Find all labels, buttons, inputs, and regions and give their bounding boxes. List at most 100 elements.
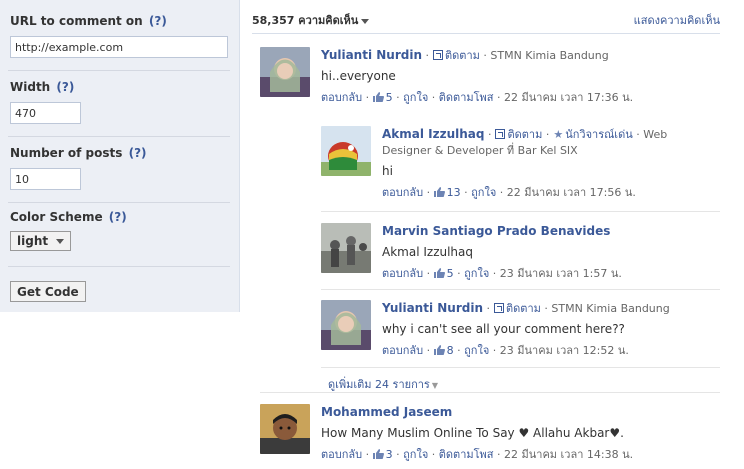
follow-link[interactable]: ติดตาม — [506, 302, 541, 315]
author-name[interactable]: Yulianti Nurdin — [321, 48, 422, 62]
separator: · — [483, 49, 487, 62]
comment-count: 58,357 ความคิดเห็น — [252, 14, 359, 27]
reply-link[interactable]: ตอบกลับ — [382, 267, 423, 280]
separator: · — [545, 128, 550, 141]
author-name[interactable]: Akmal Izzulhaq — [382, 127, 484, 141]
separator: · — [487, 128, 492, 141]
url-help-link[interactable]: (?) — [149, 14, 167, 28]
posts-input[interactable] — [10, 168, 81, 190]
reply-link[interactable]: ตอบกลับ — [321, 91, 362, 104]
separator: · — [486, 302, 491, 315]
posts-field-group: Number of posts (?) — [10, 146, 147, 190]
width-label: Width — [10, 80, 51, 94]
top-commenter-badge[interactable]: นักวิจารณ์เด่น — [565, 128, 633, 141]
color-scheme-value: light — [17, 234, 49, 248]
avatar[interactable] — [321, 126, 371, 176]
color-help-link[interactable]: (?) — [109, 210, 127, 224]
timestamp[interactable]: 22 มีนาคม เวลา 17:36 น. — [504, 91, 633, 104]
like-count[interactable]: 3 — [386, 448, 393, 461]
comment-actions: ตอบกลับ · 3 · ถูกใจ · ติดตามโพส · 22 มีน… — [321, 448, 634, 461]
follow-post-link[interactable]: ติดตามโพส — [439, 448, 494, 461]
comment-actions: ตอบกลับ · 5 · ถูกใจ · ติดตามโพส · 22 มีน… — [321, 91, 634, 104]
thumbs-up-icon — [433, 187, 445, 197]
timestamp[interactable]: 23 มีนาคม เวลา 1:57 น. — [500, 267, 622, 280]
chevron-down-icon: ▼ — [431, 381, 438, 390]
author-name[interactable]: Mohammed Jaseem — [321, 405, 452, 419]
width-help-link[interactable]: (?) — [56, 80, 74, 94]
divider — [8, 70, 230, 71]
url-input[interactable] — [10, 36, 228, 58]
more-replies-link[interactable]: ดูเพิ่มเติม 24 รายการ ▼ — [328, 375, 438, 393]
chevron-down-icon — [361, 18, 370, 24]
comment-text: hi..everyone — [321, 69, 396, 83]
comment-actions: ตอบกลับ · 8 · ถูกใจ · 23 มีนาคม เวลา 12:… — [382, 344, 629, 357]
author-name[interactable]: Yulianti Nurdin — [382, 301, 483, 315]
separator: · — [425, 49, 430, 62]
comment-text: why i can't see all your comment here?? — [382, 322, 625, 336]
divider — [8, 136, 230, 137]
get-code-button[interactable]: Get Code — [10, 281, 86, 302]
thumbs-up-icon — [372, 92, 384, 102]
divider — [321, 211, 720, 212]
more-replies-label: ดูเพิ่มเติม 24 รายการ — [328, 378, 430, 391]
follow-icon — [494, 303, 505, 313]
timestamp[interactable]: 23 มีนาคม เวลา 12:52 น. — [500, 344, 629, 357]
comment-actions: ตอบกลับ · 5 · ถูกใจ · 23 มีนาคม เวลา 1:5… — [382, 267, 622, 280]
color-field-group: Color Scheme (?) light — [10, 210, 127, 251]
settings-panel: URL to comment on (?) Width (?) Number o… — [0, 0, 240, 312]
separator: · — [636, 128, 640, 141]
divider — [321, 289, 720, 290]
avatar[interactable] — [260, 47, 310, 97]
url-label: URL to comment on — [10, 14, 143, 28]
reply-link[interactable]: ตอบกลับ — [321, 448, 362, 461]
divider — [260, 392, 720, 393]
star-icon: ★ — [553, 128, 564, 141]
divider — [321, 367, 720, 368]
like-link[interactable]: ถูกใจ — [471, 186, 496, 199]
separator: · — [544, 302, 548, 315]
follow-icon — [433, 50, 444, 60]
author-affiliation: STMN Kimia Bandung — [490, 49, 609, 62]
author-affiliation: STMN Kimia Bandung — [551, 302, 670, 315]
avatar[interactable] — [260, 404, 310, 454]
author-affiliation: Web — [643, 128, 668, 141]
posts-help-link[interactable]: (?) — [129, 146, 147, 160]
comment-text: How Many Muslim Online To Say ♥ Allahu A… — [321, 426, 624, 440]
color-scheme-select[interactable]: light — [10, 231, 72, 251]
comment-actions: ตอบกลับ · 13 · ถูกใจ · 22 มีนาคม เวลา 17… — [382, 186, 636, 199]
divider — [8, 202, 230, 203]
follow-link[interactable]: ติดตาม — [445, 49, 480, 62]
divider — [8, 266, 230, 267]
comment-count-dropdown[interactable]: 58,357 ความคิดเห็น — [252, 14, 370, 27]
comments-header: 58,357 ความคิดเห็น แสดงความคิดเห็น — [252, 11, 720, 31]
thumbs-up-icon — [372, 449, 384, 459]
author-name[interactable]: Marvin Santiago Prado Benavides — [382, 224, 610, 238]
like-link[interactable]: ถูกใจ — [403, 91, 428, 104]
url-field-group: URL to comment on (?) — [10, 14, 228, 58]
divider — [252, 33, 720, 34]
follow-link[interactable]: ติดตาม — [507, 128, 542, 141]
reply-link[interactable]: ตอบกลับ — [382, 344, 423, 357]
thumbs-up-icon — [433, 345, 445, 355]
like-link[interactable]: ถูกใจ — [464, 267, 489, 280]
chevron-down-icon — [56, 238, 65, 244]
timestamp[interactable]: 22 มีนาคม เวลา 14:38 น. — [504, 448, 633, 461]
follow-post-link[interactable]: ติดตามโพส — [439, 91, 494, 104]
show-comments-link[interactable]: แสดงความคิดเห็น — [634, 11, 720, 29]
like-link[interactable]: ถูกใจ — [464, 344, 489, 357]
like-link[interactable]: ถูกใจ — [403, 448, 428, 461]
reply-link[interactable]: ตอบกลับ — [382, 186, 423, 199]
avatar[interactable] — [321, 223, 371, 273]
comment-text: hi — [382, 164, 393, 178]
like-count[interactable]: 5 — [386, 91, 393, 104]
like-count[interactable]: 13 — [447, 186, 461, 199]
width-input[interactable] — [10, 102, 81, 124]
timestamp[interactable]: 22 มีนาคม เวลา 17:56 น. — [507, 186, 636, 199]
color-label: Color Scheme — [10, 210, 103, 224]
like-count[interactable]: 5 — [447, 267, 454, 280]
follow-icon — [495, 129, 506, 139]
avatar[interactable] — [321, 300, 371, 350]
like-count[interactable]: 8 — [447, 344, 454, 357]
width-field-group: Width (?) — [10, 80, 81, 124]
comment-text: Akmal Izzulhaq — [382, 245, 474, 259]
